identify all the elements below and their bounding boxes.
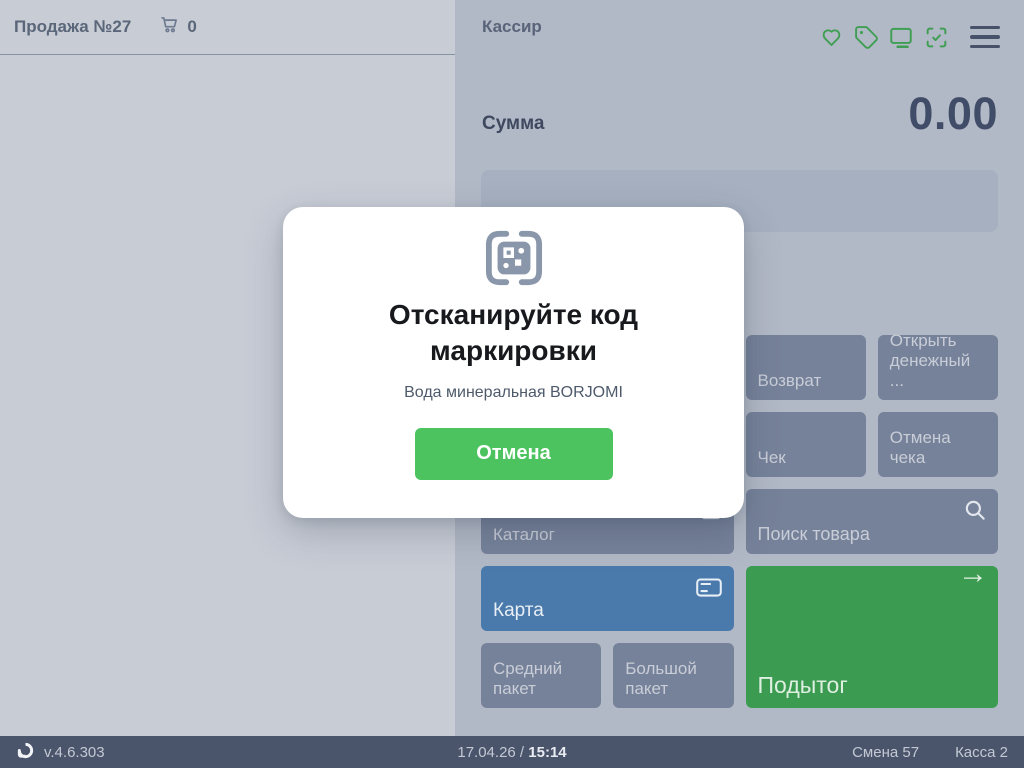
sale-header: Продажа №27 0 — [0, 0, 455, 55]
cancel-receipt-label: Отмена чека — [889, 427, 951, 467]
product-search-button[interactable]: Поиск товара — [745, 489, 998, 554]
cart-count: 0 — [187, 17, 197, 36]
bank-card-icon — [694, 574, 724, 600]
cancel-receipt-button[interactable]: Отмена чека — [877, 412, 998, 477]
menu-icon[interactable] — [970, 26, 1000, 48]
status-separator: / — [519, 743, 525, 761]
sale-title: Продажа №27 — [14, 17, 132, 36]
modal-product-name: Вода минеральная BORJOMI — [404, 383, 623, 401]
app-logo-icon — [16, 741, 35, 764]
medium-bag-button[interactable]: Средний пакет — [481, 643, 602, 708]
monitor-icon[interactable] — [888, 24, 914, 50]
subtotal-button-label: Подытог — [757, 671, 848, 698]
register-number: Касса 2 — [955, 743, 1008, 761]
modal-title: Отсканируйте код маркировки — [388, 299, 639, 366]
open-cash-drawer-label: Открыть денежный ... — [889, 330, 971, 390]
product-search-label: Поиск товара — [757, 523, 870, 544]
top-icon-bar — [818, 24, 1000, 50]
pos-app: Продажа №27 0 Кассир Сумма 0.00 Возврат … — [0, 0, 1024, 768]
catalog-button-label: Каталог — [493, 524, 555, 544]
receipt-button-label: Чек — [757, 447, 786, 467]
tag-icon[interactable] — [853, 24, 879, 50]
cancel-button[interactable]: Отмена — [414, 427, 613, 480]
sum-label: Сумма — [482, 113, 545, 134]
cashier-label: Кассир — [482, 17, 542, 36]
app-version: v.4.6.303 — [44, 743, 105, 761]
scan-check-icon[interactable] — [923, 24, 949, 50]
return-button[interactable]: Возврат — [745, 335, 866, 400]
qr-scan-icon — [483, 229, 545, 287]
status-time: 15:14 — [528, 743, 567, 761]
shift-number: Смена 57 — [852, 743, 920, 761]
sum-value: 0.00 — [908, 88, 998, 139]
return-button-label: Возврат — [757, 370, 822, 390]
status-left: v.4.6.303 — [16, 741, 105, 764]
cart-icon — [159, 14, 180, 40]
medium-bag-label: Средний пакет — [493, 658, 563, 698]
status-date: 17.04.26 — [457, 743, 516, 761]
status-bar: v.4.6.303 17.04.26 / 15:14 Смена 57 Касс… — [0, 736, 1024, 768]
big-bag-label: Большой пакет — [625, 658, 697, 698]
cart-indicator: 0 — [159, 14, 197, 40]
card-payment-button[interactable]: Карта — [481, 566, 734, 631]
heart-icon[interactable] — [818, 24, 844, 50]
search-icon — [962, 497, 988, 523]
status-right: Смена 57 Касса 2 — [852, 744, 1008, 761]
scan-marking-modal: Отсканируйте код маркировки Вода минерал… — [283, 207, 744, 518]
open-cash-drawer-button[interactable]: Открыть денежный ... — [877, 331, 998, 400]
sum-row: Сумма 0.00 — [482, 88, 998, 140]
big-bag-button[interactable]: Большой пакет — [613, 643, 734, 708]
subtotal-button[interactable]: → Подытог — [745, 559, 998, 708]
card-button-label: Карта — [493, 599, 544, 621]
receipt-button[interactable]: Чек — [745, 412, 866, 477]
